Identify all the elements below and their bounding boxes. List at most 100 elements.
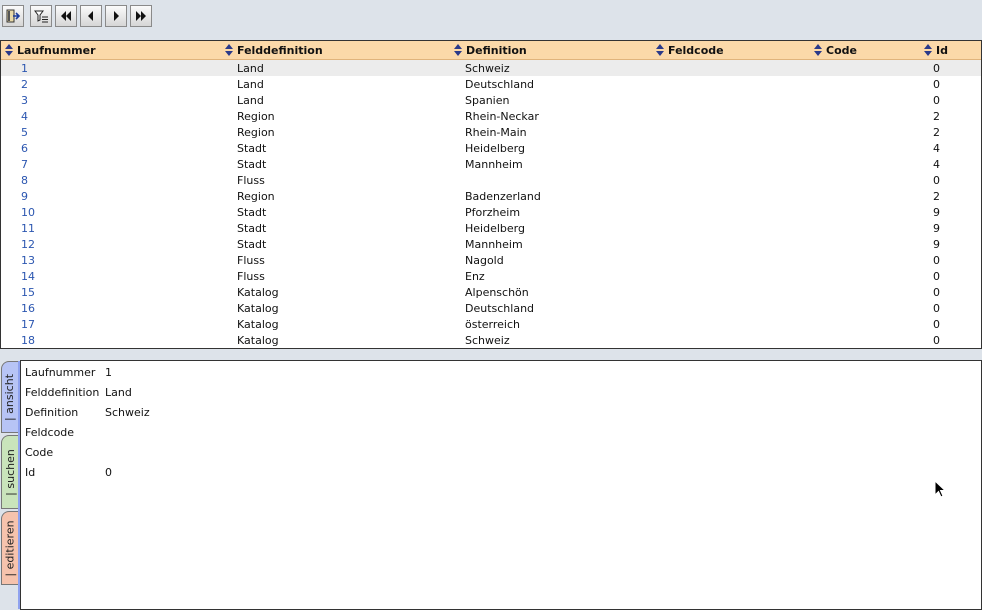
cell-laufnummer[interactable]: 5 (1, 126, 221, 139)
grid-header: Laufnummer Felddefinition Definition Fel… (1, 41, 981, 60)
detail-label: Code (25, 446, 54, 459)
cell-felddefinition: Stadt (237, 221, 267, 235)
cell-id: 9 (933, 205, 940, 219)
cell-laufnummer[interactable]: 8 (1, 174, 221, 187)
table-row[interactable]: 4 Region Rhein-Neckar 2 (1, 108, 981, 124)
exit-button[interactable] (2, 5, 24, 27)
cell-laufnummer[interactable]: 4 (1, 110, 221, 123)
cell-felddefinition: Stadt (237, 141, 267, 155)
cell-laufnummer[interactable]: 13 (1, 254, 221, 267)
last-record-icon (136, 11, 146, 21)
detail-row-feldcode: Feldcode (25, 426, 105, 439)
table-row[interactable]: 17 Katalog österreich 0 (1, 316, 981, 332)
column-header-label: Feldcode (668, 43, 724, 57)
filter-button[interactable] (30, 5, 52, 27)
column-header-label: Felddefinition (237, 43, 323, 57)
first-record-icon (61, 11, 71, 21)
cell-laufnummer[interactable]: 18 (1, 334, 221, 347)
detail-label: Feldcode (25, 426, 75, 439)
table-row[interactable]: 2 Land Deutschland 0 (1, 76, 981, 92)
sort-icon (656, 44, 664, 56)
table-row[interactable]: 7 Stadt Mannheim 4 (1, 156, 981, 172)
table-row[interactable]: 18 Katalog Schweiz 0 (1, 332, 981, 348)
sort-icon (225, 44, 233, 56)
cell-laufnummer[interactable]: 15 (1, 286, 221, 299)
sort-icon (5, 44, 13, 56)
cell-felddefinition: Katalog (237, 333, 279, 347)
table-row[interactable]: 16 Katalog Deutschland 0 (1, 300, 981, 316)
cell-definition: Deutschland (465, 301, 535, 315)
table-row[interactable]: 14 Fluss Enz 0 (1, 268, 981, 284)
cell-laufnummer[interactable]: 2 (1, 78, 221, 91)
sort-icon (924, 44, 932, 56)
cell-laufnummer[interactable]: 12 (1, 238, 221, 251)
cell-felddefinition: Stadt (237, 205, 267, 219)
next-record-button[interactable] (105, 5, 127, 27)
table-row[interactable]: 3 Land Spanien 0 (1, 92, 981, 108)
table-row[interactable]: 8 Fluss 0 (1, 172, 981, 188)
detail-row-code: Code (25, 446, 105, 459)
cell-definition: Pforzheim (465, 205, 521, 219)
table-row[interactable]: 1 Land Schweiz 0 (1, 60, 981, 76)
cell-definition: Deutschland (465, 77, 535, 91)
cell-laufnummer[interactable]: 14 (1, 270, 221, 283)
column-header-laufnummer[interactable]: Laufnummer (1, 41, 221, 59)
previous-record-button[interactable] (80, 5, 102, 27)
column-header-definition[interactable]: Definition (450, 41, 652, 59)
cell-felddefinition: Region (237, 109, 275, 123)
cell-laufnummer[interactable]: 7 (1, 158, 221, 171)
cell-id: 2 (933, 189, 940, 203)
data-grid: Laufnummer Felddefinition Definition Fel… (0, 40, 982, 349)
tab-editieren[interactable]: | editieren (1, 511, 18, 585)
detail-value: 1 (105, 366, 112, 379)
cell-id: 0 (933, 301, 940, 315)
cell-laufnummer[interactable]: 10 (1, 206, 221, 219)
cell-laufnummer[interactable]: 16 (1, 302, 221, 315)
cell-laufnummer[interactable]: 3 (1, 94, 221, 107)
sort-icon (454, 44, 462, 56)
record-detail-panel: Laufnummer 1 Felddefinition Land Definit… (20, 360, 982, 610)
cell-felddefinition: Land (237, 93, 264, 107)
detail-value: 0 (105, 466, 112, 479)
table-row[interactable]: 5 Region Rhein-Main 2 (1, 124, 981, 140)
cell-id: 0 (933, 253, 940, 267)
toolbar (2, 5, 152, 29)
cell-laufnummer[interactable]: 17 (1, 318, 221, 331)
tab-suchen[interactable]: | suchen (1, 435, 18, 509)
table-row[interactable]: 10 Stadt Pforzheim 9 (1, 204, 981, 220)
cell-id: 4 (933, 157, 940, 171)
first-record-button[interactable] (55, 5, 77, 27)
cell-id: 0 (933, 61, 940, 75)
detail-row-laufnummer: Laufnummer 1 (25, 366, 112, 379)
cell-laufnummer[interactable]: 11 (1, 222, 221, 235)
cell-felddefinition: Katalog (237, 285, 279, 299)
column-header-id[interactable]: Id (920, 41, 981, 59)
cell-laufnummer[interactable]: 6 (1, 142, 221, 155)
detail-value: Schweiz (105, 406, 150, 419)
cell-definition: Schweiz (465, 61, 510, 75)
cell-definition: Heidelberg (465, 221, 525, 235)
column-header-felddefinition[interactable]: Felddefinition (221, 41, 450, 59)
cell-laufnummer[interactable]: 1 (1, 62, 221, 75)
cell-laufnummer[interactable]: 9 (1, 190, 221, 203)
column-header-feldcode[interactable]: Feldcode (652, 41, 810, 59)
cell-id: 2 (933, 125, 940, 139)
table-row[interactable]: 11 Stadt Heidelberg 9 (1, 220, 981, 236)
cell-id: 0 (933, 285, 940, 299)
cell-felddefinition: Fluss (237, 173, 265, 187)
table-row[interactable]: 12 Stadt Mannheim 9 (1, 236, 981, 252)
previous-record-icon (88, 11, 93, 21)
column-header-code[interactable]: Code (810, 41, 920, 59)
cell-felddefinition: Katalog (237, 301, 279, 315)
last-record-button[interactable] (130, 5, 152, 27)
table-row[interactable]: 9 Region Badenzerland 2 (1, 188, 981, 204)
table-row[interactable]: 15 Katalog Alpenschön 0 (1, 284, 981, 300)
view-tabs: | ansicht | suchen | editieren (0, 360, 21, 610)
cell-id: 0 (933, 77, 940, 91)
cell-felddefinition: Land (237, 77, 264, 91)
table-row[interactable]: 6 Stadt Heidelberg 4 (1, 140, 981, 156)
table-row[interactable]: 13 Fluss Nagold 0 (1, 252, 981, 268)
cell-id: 0 (933, 93, 940, 107)
tab-ansicht[interactable]: | ansicht (1, 361, 18, 433)
tab-label: | ansicht (3, 373, 17, 421)
